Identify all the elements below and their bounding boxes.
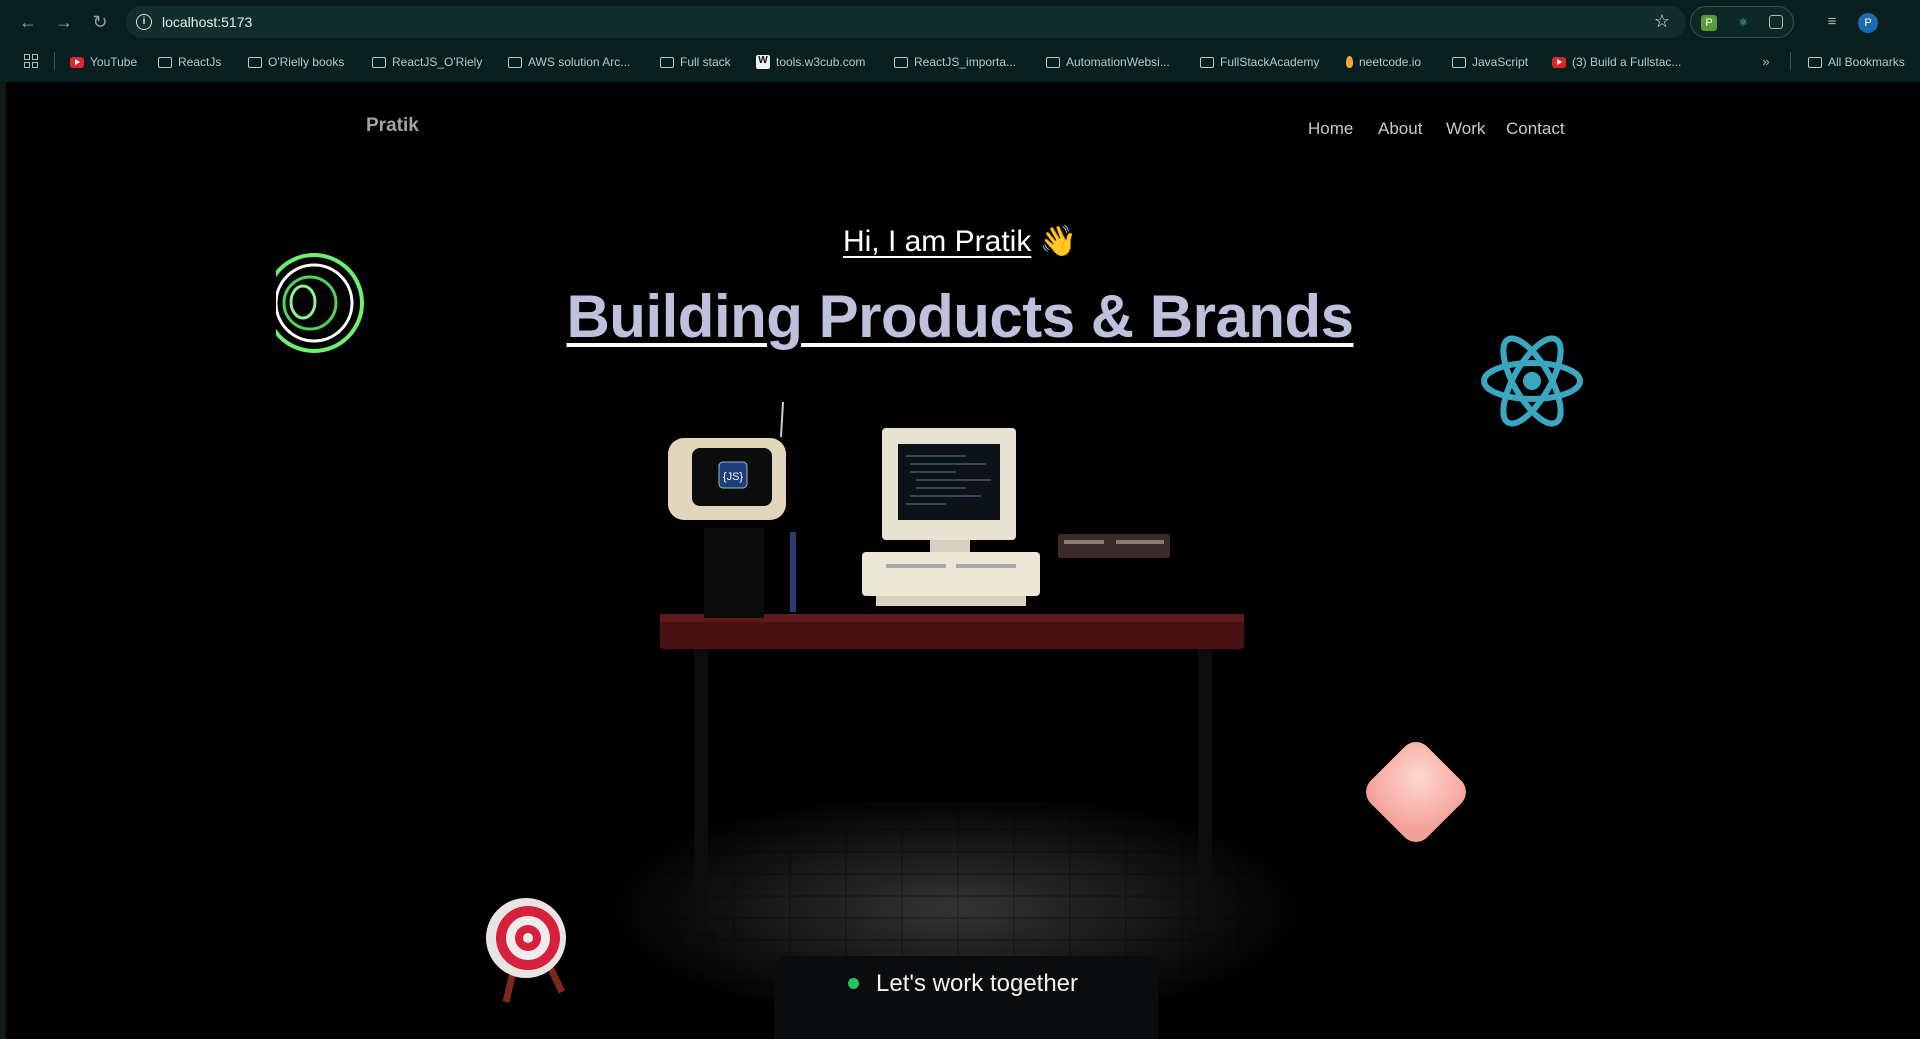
bookmark-label: Full stack (680, 55, 731, 69)
bookmark-item[interactable]: AutomationWebsi... (1046, 54, 1170, 70)
bookmark-label: ReactJS_O'Riely (392, 55, 483, 69)
reading-list-icon[interactable]: ≡ (1822, 12, 1842, 32)
folder-icon (158, 56, 172, 68)
bookmark-label: AutomationWebsi... (1066, 55, 1170, 69)
folder-icon (660, 56, 674, 68)
bookmark-item[interactable]: neetcode.io (1346, 54, 1421, 70)
folder-icon (1452, 56, 1466, 68)
bookmark-item[interactable]: AWS solution Arc... (508, 54, 630, 70)
site-info-icon[interactable]: i (136, 14, 152, 30)
bookmark-label: O'Rielly books (268, 55, 345, 69)
url-text[interactable]: localhost:5173 (162, 14, 252, 30)
bookmark-item[interactable]: (3) Build a Fullstac... (1552, 54, 1681, 70)
all-bookmarks-label: All Bookmarks (1828, 55, 1905, 69)
greeting-text: Hi, I am Pratik (842, 225, 1032, 258)
waving-hand-emoji: 👋 (1039, 225, 1078, 258)
bookmark-label: ReactJS_importa... (914, 55, 1017, 69)
folder-icon (508, 56, 522, 68)
folder-icon (1808, 56, 1822, 68)
bookmark-label: YouTube (90, 55, 138, 69)
status-dot-icon (848, 978, 859, 989)
profile-avatar[interactable]: P (1858, 13, 1878, 33)
extensions-puzzle-icon[interactable] (1769, 15, 1783, 29)
bookmark-item[interactable]: JavaScript (1452, 54, 1528, 70)
bookmark-item[interactable]: FullStackAcademy (1200, 54, 1319, 70)
retro-computer (862, 428, 1040, 606)
bookmark-label: ReactJs (178, 55, 222, 69)
extensions-group: P ⚛ (1690, 6, 1794, 38)
folder-icon (1046, 56, 1060, 68)
folder-icon (1200, 56, 1214, 68)
bookmark-item[interactable]: ReactJS_O'Riely (372, 54, 482, 70)
folder-icon (248, 56, 262, 68)
bookmark-item[interactable]: ReactJS_importa... (894, 54, 1016, 70)
bookmark-item[interactable]: O'Rielly books (248, 54, 344, 70)
w3cub-icon: W (756, 55, 770, 69)
bookmark-separator (1790, 52, 1791, 70)
back-arrow-icon[interactable]: ← (16, 10, 40, 34)
pink-cube (1366, 742, 1466, 842)
browser-toolbar: ← → ↻ i localhost:5173 ☆ P ⚛ ≡ P (0, 0, 1920, 44)
nav-link-about[interactable]: About (1378, 119, 1422, 139)
bookmark-label: AWS solution Arc... (528, 55, 631, 69)
neetcode-icon (1346, 56, 1353, 68)
headline-text: Building Products & Brands (566, 283, 1354, 350)
address-bar[interactable]: i localhost:5173 ☆ (126, 6, 1686, 38)
bookmark-label: neetcode.io (1359, 55, 1422, 69)
bookmarks-bar: YouTube ReactJs O'Rielly books ReactJS_O'Ri… (0, 50, 1920, 74)
vcr-device (1058, 534, 1170, 558)
archery-target (486, 898, 566, 1003)
bookmark-label: tools.w3cub.com (776, 55, 866, 69)
page-viewport: {JS} Pratik Home About Work Contact Hi, … (6, 82, 1920, 1039)
bookmark-item[interactable]: Wtools.w3cub.com (756, 54, 865, 70)
all-bookmarks-button[interactable]: All Bookmarks (1808, 54, 1905, 70)
folder-icon (372, 56, 386, 68)
nav-link-home[interactable]: Home (1308, 119, 1353, 139)
hero-greeting: Hi, I am Pratik 👋 (6, 224, 1920, 259)
forward-arrow-icon[interactable]: → (52, 10, 76, 34)
youtube-icon (70, 56, 84, 68)
bookmark-label: JavaScript (1472, 55, 1529, 69)
bookmark-item[interactable]: YouTube (70, 54, 137, 70)
youtube-icon (1552, 56, 1566, 68)
folder-icon (894, 56, 908, 68)
extension-p-icon[interactable]: P (1701, 15, 1717, 31)
bookmark-label: (3) Build a Fullstac... (1572, 55, 1682, 69)
browser-chrome: ← → ↻ i localhost:5173 ☆ P ⚛ ≡ P YouTube… (0, 0, 1920, 82)
bookmark-item[interactable]: Full stack (660, 54, 731, 70)
bookmark-star-icon[interactable]: ☆ (1654, 11, 1670, 32)
svg-text:{JS}: {JS} (723, 471, 744, 483)
hero-headline: Building Products & Brands (6, 282, 1920, 351)
react-devtools-icon[interactable]: ⚛ (1735, 15, 1751, 31)
retro-tv-js-mastery: {JS} (668, 401, 796, 618)
bookmark-item[interactable]: ReactJs (158, 54, 221, 70)
more-bookmarks-chevron-icon[interactable]: » (1756, 52, 1776, 72)
work-together-button[interactable]: Let's work together (774, 956, 1158, 1039)
site-logo[interactable]: Pratik (366, 115, 419, 137)
bookmark-label: FullStackAcademy (1220, 55, 1320, 69)
nav-link-contact[interactable]: Contact (1506, 119, 1565, 139)
nav-link-work[interactable]: Work (1446, 119, 1485, 139)
cta-label: Let's work together (876, 970, 1079, 997)
reload-icon[interactable]: ↻ (88, 10, 112, 34)
